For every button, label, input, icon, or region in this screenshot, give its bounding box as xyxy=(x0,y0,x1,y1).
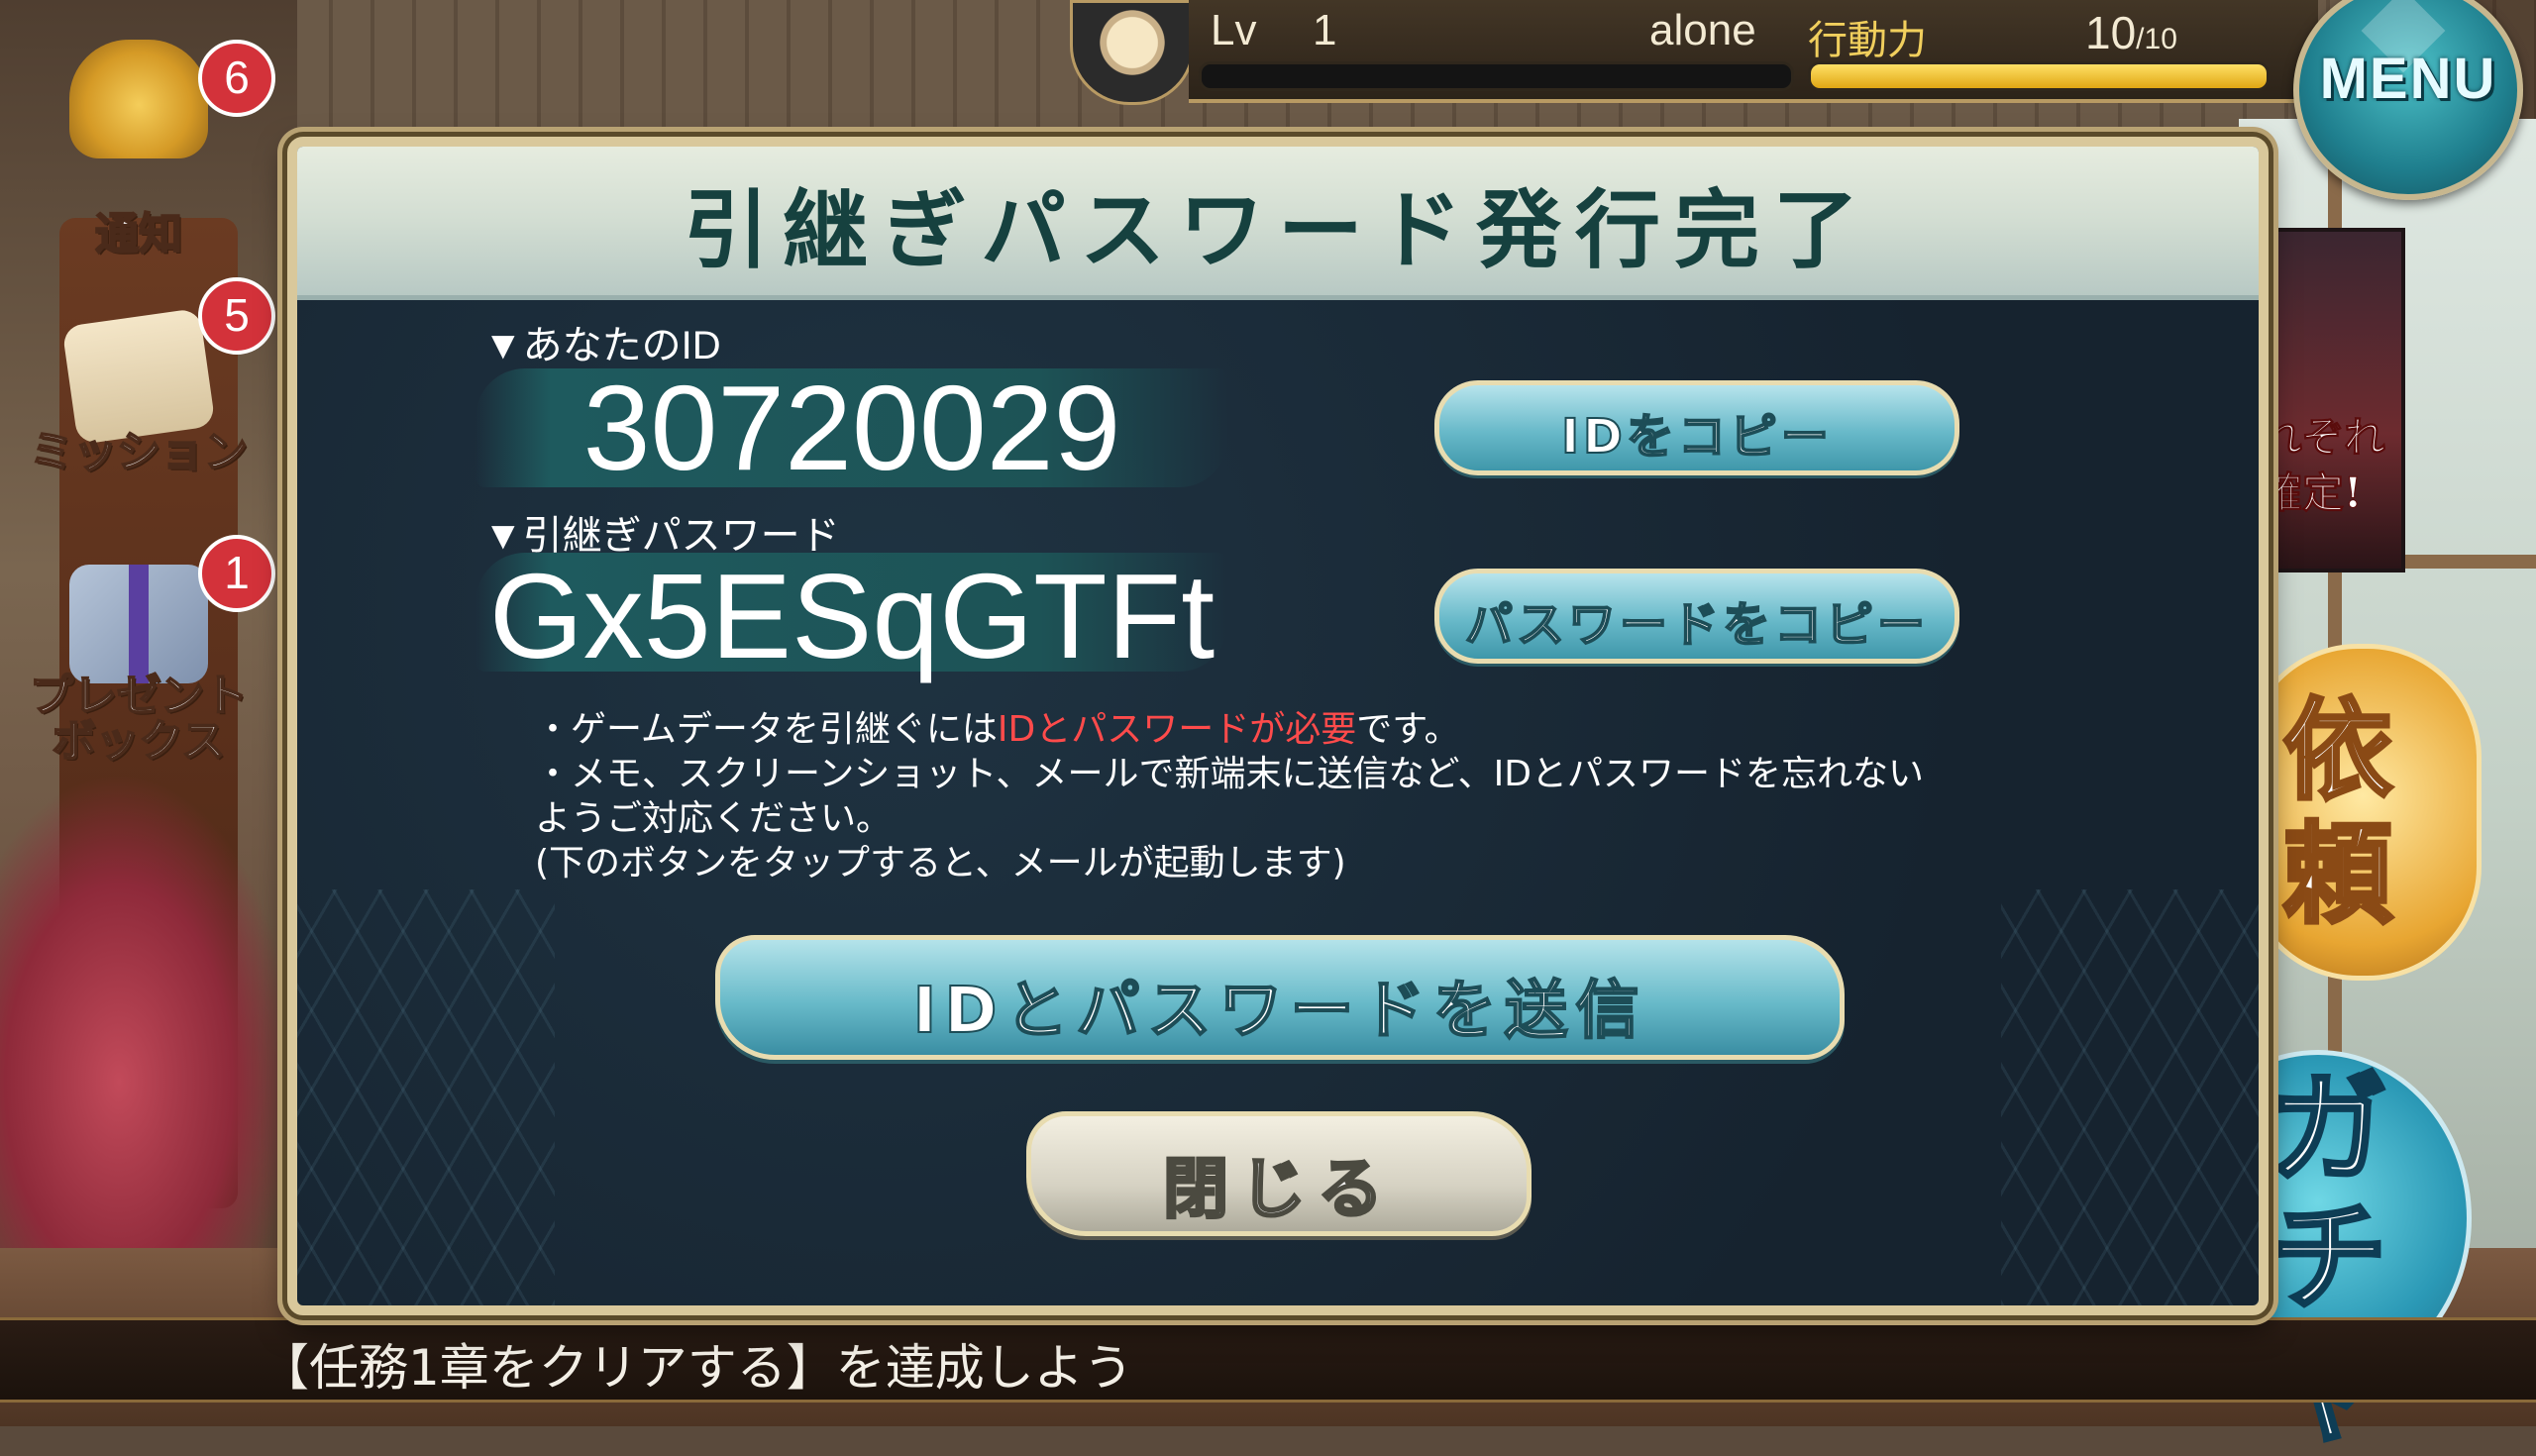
mission-label: ミッション xyxy=(29,426,249,478)
dialog-title: 引継ぎパスワード発行完了 xyxy=(684,180,1872,280)
present-box-label-line1: プレゼント xyxy=(29,671,249,721)
notification-label: 通知 xyxy=(94,208,183,260)
event-banner[interactable]: れぞれ 確定! xyxy=(2249,228,2405,572)
copy-id-button[interactable]: IDをコピー xyxy=(1434,380,1959,475)
dialog-pattern-left xyxy=(297,889,555,1305)
request-button-label: 依 頼 xyxy=(2249,686,2427,938)
notice-line-1-highlight: IDとパスワードが必要 xyxy=(997,709,1357,750)
notice-line-1-prefix: ・ゲームデータを引継ぐには xyxy=(535,709,998,750)
notice-line-4: (下のボタンをタップすると、メールが起動します) xyxy=(535,843,1346,884)
gift-icon xyxy=(69,565,208,683)
mission-button[interactable]: ミッション 5 xyxy=(29,277,275,505)
stamina-bar-fill xyxy=(1811,64,2267,88)
copy-id-button-label: IDをコピー xyxy=(1560,408,1833,466)
id-value: 30720029 xyxy=(582,361,1121,495)
experience-bar xyxy=(1199,61,1794,91)
notification-badge: 6 xyxy=(198,40,275,117)
dialog-title-bar: 引継ぎパスワード発行完了 xyxy=(297,147,2259,300)
password-issued-dialog: 引継ぎパスワード発行完了 ▼あなたのID 30720029 IDをコピー ▼引継… xyxy=(287,137,2269,1315)
password-value: Gx5ESqGTFt xyxy=(488,549,1215,683)
event-banner-text: れぞれ 確定! xyxy=(2261,410,2394,521)
stamina-label: 行動力 xyxy=(1808,18,1927,63)
notice-line-3: ようご対応ください。 xyxy=(535,798,893,839)
stamina-current: 10 xyxy=(2085,7,2137,58)
close-button[interactable]: 閉じる xyxy=(1026,1111,1532,1236)
copy-password-button[interactable]: パスワードをコピー xyxy=(1434,569,1959,664)
event-banner-text-line2: 確定! xyxy=(2261,468,2363,518)
transfer-notice: ・ゲームデータを引継ぐにはIDとパスワードが必要です。 ・メモ、スクリーンショッ… xyxy=(535,707,2080,885)
present-box-label-line2: ボックス xyxy=(52,716,227,767)
notice-line-2: ・メモ、スクリーンショット、メールで新端末に送信など、IDとパスワードを忘れない xyxy=(535,754,1925,794)
send-id-password-button[interactable]: IDとパスワードを送信 xyxy=(715,935,1845,1060)
present-box-label: プレゼント ボックス xyxy=(29,671,249,767)
menu-button-label: MENU xyxy=(2319,47,2497,111)
stamina-bar xyxy=(1808,61,2270,91)
stamina-value: 10/10 xyxy=(2085,6,2177,59)
background-character xyxy=(0,773,297,1288)
request-button[interactable]: 依 頼 xyxy=(2244,644,2482,981)
player-name: alone xyxy=(1649,6,1756,54)
level-label: Lv xyxy=(1211,6,1257,54)
present-box-button[interactable]: プレゼント ボックス 1 xyxy=(29,535,275,766)
mission-ticker-text: 【任務1章をクリアする】を達成しよう xyxy=(260,1339,1133,1397)
request-label-char1: 依 xyxy=(2281,686,2394,814)
bell-icon xyxy=(69,40,208,158)
event-banner-text-line1: れぞれ xyxy=(2261,413,2386,463)
mission-badge: 5 xyxy=(198,277,275,355)
stamina-max: /10 xyxy=(2136,23,2177,55)
request-label-char2: 頼 xyxy=(2281,810,2394,938)
present-box-badge: 1 xyxy=(198,535,275,612)
copy-password-button-label: パスワードをコピー xyxy=(1464,596,1929,654)
notice-line-1-suffix: です。 xyxy=(1356,709,1460,750)
level-value: 1 xyxy=(1313,6,1337,54)
dialog-pattern-right xyxy=(2001,889,2259,1305)
notification-button[interactable]: 通知 6 xyxy=(30,40,275,260)
close-button-label: 閉じる xyxy=(1162,1149,1395,1229)
send-id-password-button-label: IDとパスワードを送信 xyxy=(912,974,1647,1049)
notice-line-1: ・ゲームデータを引継ぐにはIDとパスワードが必要です。 xyxy=(535,707,2080,752)
mission-ticker[interactable]: 【任務1章をクリアする】を達成しよう xyxy=(0,1317,2536,1403)
